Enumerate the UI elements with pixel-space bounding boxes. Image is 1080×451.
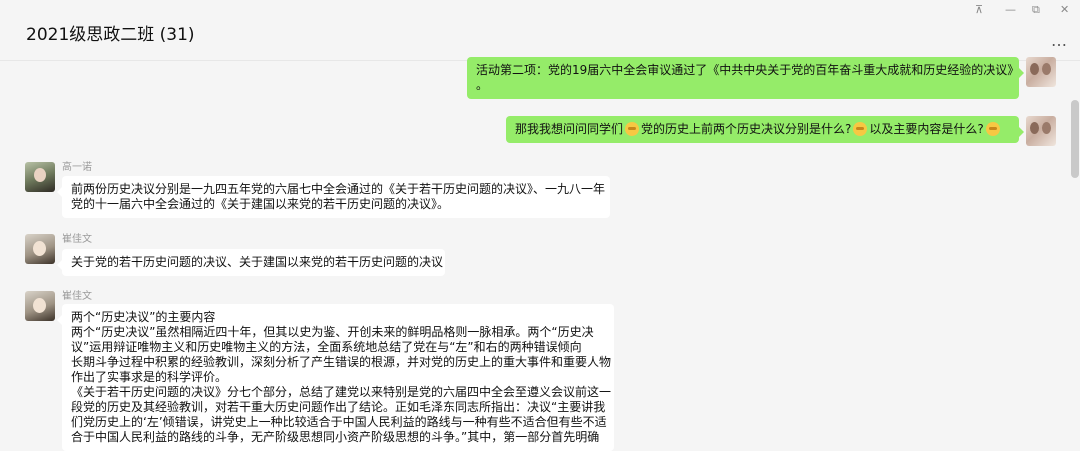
thinking-emoji-icon xyxy=(853,122,868,136)
message-bubble[interactable]: 关于党的若干历史问题的决议、关于建国以来党的若干历史问题的决议 xyxy=(57,249,445,276)
message-text: 议”运用辩证唯物主义和历史唯物主义的方法，全面系统地总结了党在与“左”和右的两种… xyxy=(71,340,582,354)
message-text: 段党的历史及其经验教训，对若干重大历史问题作出了结论。正如毛泽东同志所指出：决议… xyxy=(71,400,606,414)
message-text: 作出了实事求是的科学评价。 xyxy=(71,370,228,384)
message-text: 党的十一届六中全会通过的《关于建国以来党的若干历史问题的决议》。 xyxy=(71,197,450,211)
avatar[interactable] xyxy=(1026,57,1056,87)
sender-name: 崔佳文 xyxy=(62,234,92,245)
message-text: 们党历史上的‘左’倾错误，讲党史上一种比较适合于中国人民利益的路线与一种有些不适… xyxy=(71,415,607,429)
pin-icon[interactable]: ⊼ xyxy=(975,4,983,16)
minimize-icon[interactable]: — xyxy=(1005,4,1016,16)
restore-icon[interactable]: ⧉ xyxy=(1032,4,1040,16)
message-text: 合于中国人民利益的路线的斗争，无产阶级思想同小资产阶级思想的斗争。”其中，第一部… xyxy=(71,430,600,444)
message-text: 活动第二项：党的19届六中全会审议通过了《中共中央关于党的百年奋斗重大成就和历史… xyxy=(476,63,1020,77)
avatar[interactable] xyxy=(25,291,55,321)
avatar[interactable] xyxy=(25,162,55,192)
message-text: 两个“历史决议”的主要内容 xyxy=(71,310,216,324)
more-options-icon[interactable]: … xyxy=(1051,31,1068,50)
avatar[interactable] xyxy=(25,234,55,264)
sender-name: 崔佳文 xyxy=(62,291,92,302)
avatar[interactable] xyxy=(1026,116,1056,146)
message-text: 。 xyxy=(476,78,489,92)
thinking-emoji-icon xyxy=(625,122,640,136)
thinking-emoji-icon xyxy=(985,122,1000,136)
message-text: 以及主要内容是什么? xyxy=(869,122,984,136)
sender-name: 高一诺 xyxy=(62,162,92,173)
message-text: 关于党的若干历史问题的决议、关于建国以来党的若干历史问题的决议 xyxy=(71,255,444,269)
chat-header: 2021级思政二班 (31) ⊼ — ⧉ ✕ … xyxy=(0,0,1080,61)
message-bubble[interactable]: 那我我想问问同学们 党的历史上前两个历史决议分别是什么? 以及主要内容是什么? xyxy=(506,116,1024,143)
message-text: 党的历史上前两个历史决议分别是什么? xyxy=(641,122,852,136)
message-text: 那我我想问问同学们 xyxy=(515,122,624,136)
close-icon[interactable]: ✕ xyxy=(1060,4,1069,16)
message-text: 前两份历史决议分别是一九四五年党的六届七中全会通过的《关于若干历史问题的决议》、… xyxy=(71,182,606,196)
chat-scrollbar[interactable] xyxy=(1071,100,1079,178)
message-bubble[interactable]: 前两份历史决议分别是一九四五年党的六届七中全会通过的《关于若干历史问题的决议》、… xyxy=(57,176,610,218)
message-text: 《关于若干历史问题的决议》分七个部分，总结了建党以来特别是党的六届四中全会至遵义… xyxy=(71,385,612,399)
message-text: 长期斗争过程中积累的经验教训，深刻分析了产生错误的根源，并对党的历史上的重大事件… xyxy=(71,355,612,369)
message-bubble[interactable]: 活动第二项：党的19届六中全会审议通过了《中共中央关于党的百年奋斗重大成就和历史… xyxy=(467,57,1024,99)
message-text: 两个“历史决议”虽然相隔近四十年，但其以史为鉴、开创未来的鲜明品格则一脉相承。两… xyxy=(71,325,594,339)
message-bubble[interactable]: 两个“历史决议”的主要内容 两个“历史决议”虽然相隔近四十年，但其以史为鉴、开创… xyxy=(57,304,614,451)
chat-title: 2021级思政二班 (31) xyxy=(26,25,195,45)
